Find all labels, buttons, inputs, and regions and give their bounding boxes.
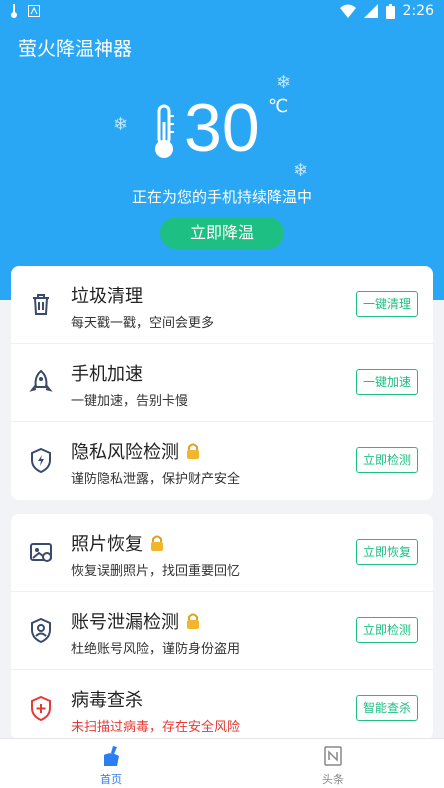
news-icon [324,746,342,766]
shield-bolt-icon [31,447,51,474]
app-title: 萤火降温神器 [18,38,133,60]
recover-now-button[interactable]: 立即恢复 [356,539,418,565]
nav-tab-home[interactable]: 首页 [61,745,161,787]
list-item-garbage-clean[interactable]: 垃圾清理 每天戳一戳，空间会更多 一键清理 [11,266,433,344]
item-subtitle-warning: 未扫描过病毒，存在安全风险 [71,720,241,735]
snowflake-icon: ❄ [276,72,292,93]
item-title: 照片恢复 [71,534,143,555]
virus-shield-icon [31,695,51,722]
item-subtitle: 恢复误删照片，找回重要回忆 [71,564,241,579]
snowflake-icon: ❄ [113,114,129,135]
item-title: 手机加速 [71,364,143,385]
cooling-status-text: 正在为您的手机持续降温中 [131,188,312,206]
lock-icon [187,443,199,459]
lock-icon [187,613,199,629]
signal-icon [363,4,378,18]
item-subtitle: 一键加速，告别卡慢 [71,394,189,409]
detect-now-button[interactable]: 立即检测 [356,447,418,473]
app-status-icon [28,5,40,17]
one-click-clean-button[interactable]: 一键清理 [356,291,418,317]
list-item-privacy-risk-check[interactable]: 隐私风险检测 谨防隐私泄露，保护财产安全 立即检测 [11,422,433,500]
nav-label: 头条 [322,773,344,786]
item-title: 垃圾清理 [71,286,143,307]
smart-scan-button[interactable]: 智能查杀 [356,695,418,721]
item-title: 账号泄漏检测 [71,612,179,633]
list-item-virus-scan[interactable]: 病毒查杀 未扫描过病毒，存在安全风险 智能查杀 [11,670,433,740]
features-card-1: 垃圾清理 每天戳一戳，空间会更多 一键清理 手机加速 一键加速，告别卡慢 一键加… [11,266,433,500]
item-subtitle: 谨防隐私泄露，保护财产安全 [71,472,241,487]
rocket-icon [29,369,53,392]
lock-icon [151,535,163,551]
list-item-photo-recovery[interactable]: 照片恢复 恢复误删照片，找回重要回忆 立即恢复 [11,514,433,592]
battery-icon [385,3,395,19]
list-item-account-leak-check[interactable]: 账号泄漏检测 杜绝账号风险，谨防身份盗用 立即检测 [11,592,433,670]
trash-icon [33,294,49,315]
nav-label: 首页 [100,773,122,786]
list-item-phone-speedup[interactable]: 手机加速 一键加速，告别卡慢 一键加速 [11,344,433,422]
item-subtitle: 杜绝账号风险，谨防身份盗用 [71,642,241,657]
one-click-speedup-button[interactable]: 一键加速 [356,369,418,395]
detect-now-button[interactable]: 立即检测 [356,617,418,643]
item-title: 病毒查杀 [71,690,143,711]
snowflake-icon: ❄ [293,160,309,181]
item-title: 隐私风险检测 [71,442,179,463]
temperature-unit: ℃ [268,96,289,117]
nav-tab-news[interactable]: 头条 [283,745,383,787]
broom-icon [104,746,119,766]
status-time: 2:26 [402,3,434,19]
thermometer-icon [155,104,174,158]
bottom-nav: 首页 头条 [0,738,444,788]
thermometer-status-icon [11,4,17,18]
cool-now-button[interactable]: 立即降温 [160,217,284,249]
features-card-2: 照片恢复 恢复误删照片，找回重要回忆 立即恢复 账号泄漏检测 杜绝账号风险，谨防… [11,514,433,740]
status-bar: 2:26 [0,0,444,24]
item-subtitle: 每天戳一戳，空间会更多 [71,316,215,331]
header: 2:26 萤火降温神器 ❄ ❄ ❄ 30 ℃ 正在为您的手机持续降温中 立即降温 [0,0,444,300]
account-shield-icon [31,617,51,644]
wifi-icon [339,4,356,18]
photo-recover-icon [30,543,52,562]
temperature-value: 30 [184,90,260,166]
